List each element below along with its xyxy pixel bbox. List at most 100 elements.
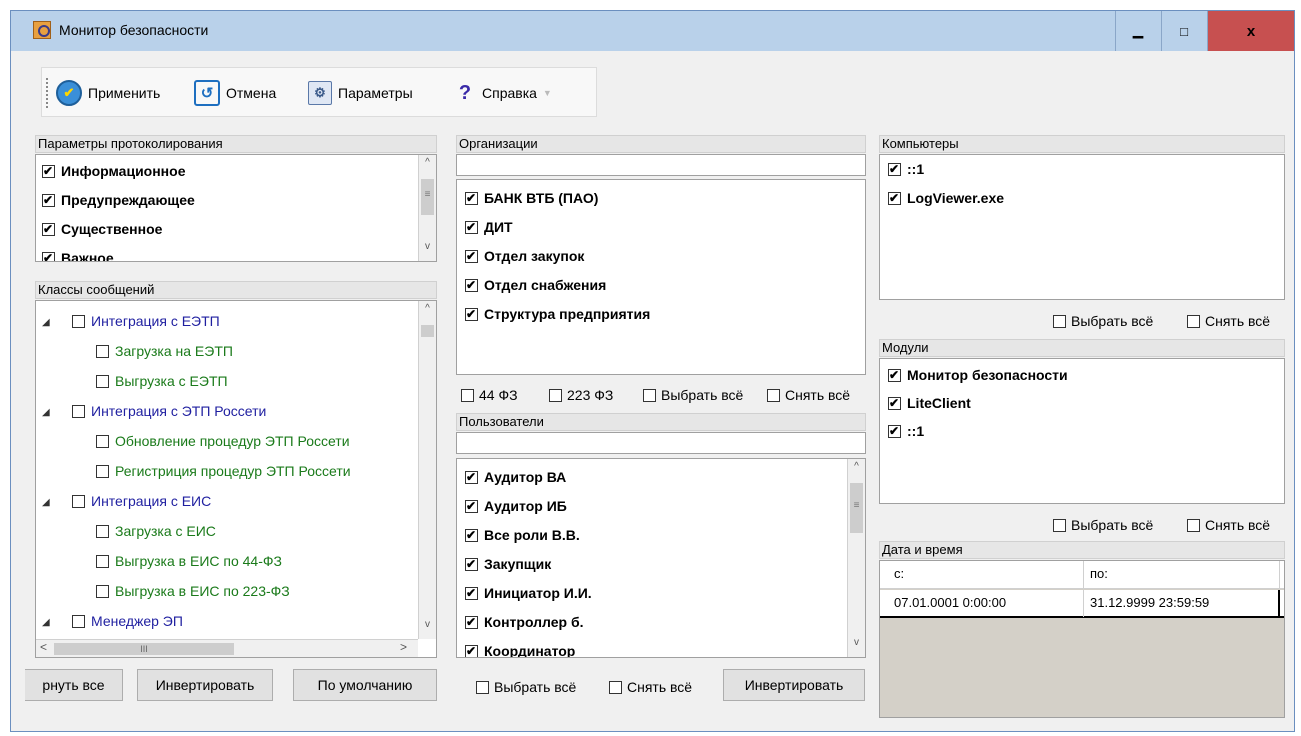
checkbox[interactable] bbox=[888, 395, 901, 411]
checkbox[interactable] bbox=[465, 248, 478, 264]
checkbox[interactable] bbox=[888, 423, 901, 439]
users-filter-input[interactable] bbox=[456, 432, 866, 454]
scroll-down-arrow-icon[interactable]: v bbox=[419, 619, 436, 635]
users-clear-all-checkbox[interactable]: Снять всё bbox=[609, 679, 692, 695]
users-select-all-checkbox[interactable]: Выбрать всё bbox=[476, 679, 576, 695]
help-button[interactable]: ? Справка ▼ bbox=[454, 80, 552, 106]
user-item[interactable]: Координатор bbox=[465, 643, 575, 657]
user-item[interactable]: Аудитор ВА bbox=[465, 469, 566, 485]
checkbox[interactable] bbox=[96, 374, 109, 388]
log-level-item[interactable]: Существенное bbox=[42, 221, 162, 237]
checkbox[interactable] bbox=[888, 161, 901, 177]
checkbox[interactable] bbox=[465, 614, 478, 630]
checkbox[interactable] bbox=[465, 498, 478, 514]
cancel-button[interactable]: ↺ Отмена bbox=[194, 80, 276, 106]
checkbox[interactable] bbox=[72, 614, 85, 628]
message-class-item[interactable]: Выгрузка в ЕИС по 223-ФЗ bbox=[96, 583, 290, 599]
checkbox[interactable] bbox=[465, 643, 478, 657]
user-item[interactable]: Закупщик bbox=[465, 556, 551, 572]
toolbar-grip[interactable] bbox=[46, 78, 49, 108]
computer-item[interactable]: LogViewer.exe bbox=[888, 190, 1004, 206]
organization-item[interactable]: БАНК ВТБ (ПАО) bbox=[465, 190, 598, 206]
classes-vscrollbar[interactable]: ^ v bbox=[418, 301, 436, 639]
checkbox[interactable] bbox=[72, 494, 85, 508]
message-class-item[interactable]: Загрузка на ЕЭТП bbox=[96, 343, 233, 359]
message-class-item[interactable]: Интеграция с ЕЭТП bbox=[72, 313, 220, 329]
checkbox[interactable] bbox=[888, 190, 901, 206]
checkbox[interactable] bbox=[72, 314, 85, 328]
message-class-item[interactable]: Выгрузка с ЕЭТП bbox=[96, 373, 228, 389]
message-class-item[interactable]: Загрузка с ЕИС bbox=[96, 523, 216, 539]
close-button[interactable]: x bbox=[1207, 11, 1294, 51]
organizations-filter-input[interactable] bbox=[456, 154, 866, 176]
checkbox[interactable] bbox=[465, 306, 478, 322]
log-level-item[interactable]: Предупреждающее bbox=[42, 192, 195, 208]
scroll-thumb[interactable]: ≡ bbox=[421, 179, 434, 215]
message-class-item[interactable]: Интеграция с ЭТП Россети bbox=[72, 403, 266, 419]
scroll-up-arrow-icon[interactable]: ^ bbox=[848, 461, 865, 477]
checkbox[interactable] bbox=[42, 192, 55, 208]
message-class-item[interactable]: Выгрузка в ЕИС по 44-ФЗ bbox=[96, 553, 282, 569]
user-item[interactable]: Аудитор ИБ bbox=[465, 498, 567, 514]
user-item[interactable]: Инициатор И.И. bbox=[465, 585, 592, 601]
checkbox[interactable] bbox=[465, 277, 478, 293]
checkbox[interactable] bbox=[465, 556, 478, 572]
date-from-cell[interactable]: 07.01.0001 0:00:00 bbox=[888, 590, 1084, 617]
computers-clear-all-checkbox[interactable]: Снять всё bbox=[1187, 313, 1270, 329]
log-params-scrollbar[interactable]: ^ ≡ v bbox=[418, 155, 436, 261]
organization-item[interactable]: ДИТ bbox=[465, 219, 513, 235]
expander-icon[interactable]: ◢ bbox=[42, 317, 54, 328]
checkbox[interactable] bbox=[96, 434, 109, 448]
module-item[interactable]: LiteClient bbox=[888, 395, 971, 411]
checkbox[interactable] bbox=[42, 163, 55, 179]
module-item[interactable]: ::1 bbox=[888, 423, 924, 439]
scroll-thumb[interactable]: ≡ bbox=[850, 483, 863, 533]
expander-icon[interactable]: ◢ bbox=[42, 497, 54, 508]
expander-icon[interactable]: ◢ bbox=[42, 617, 54, 628]
datetime-row[interactable]: 07.01.0001 0:00:00 31.12.9999 23:59:59 bbox=[880, 590, 1284, 618]
fz223-checkbox[interactable]: 223 ФЗ bbox=[549, 387, 613, 403]
scroll-up-arrow-icon[interactable]: ^ bbox=[419, 157, 436, 173]
checkbox[interactable] bbox=[96, 464, 109, 478]
scroll-thumb[interactable] bbox=[421, 325, 434, 337]
invert-classes-button[interactable]: Инвертировать bbox=[137, 669, 273, 701]
user-item[interactable]: Контроллер б. bbox=[465, 614, 584, 630]
collapse-all-button[interactable]: рнуть все bbox=[25, 669, 123, 701]
invert-users-button[interactable]: Инвертировать bbox=[723, 669, 865, 701]
checkbox[interactable] bbox=[96, 584, 109, 598]
org-clear-all-checkbox[interactable]: Снять всё bbox=[767, 387, 850, 403]
checkbox[interactable] bbox=[888, 367, 901, 383]
computers-select-all-checkbox[interactable]: Выбрать всё bbox=[1053, 313, 1153, 329]
message-class-item[interactable]: Интеграция с ЕИС bbox=[72, 493, 211, 509]
checkbox[interactable] bbox=[72, 404, 85, 418]
organization-item[interactable]: Структура предприятия bbox=[465, 306, 650, 322]
default-button[interactable]: По умолчанию bbox=[293, 669, 437, 701]
maximize-button[interactable]: □ bbox=[1161, 11, 1206, 51]
organization-item[interactable]: Отдел закупок bbox=[465, 248, 584, 264]
checkbox[interactable] bbox=[465, 190, 478, 206]
users-scrollbar[interactable]: ^ ≡ v bbox=[847, 459, 865, 657]
classes-hscrollbar[interactable]: < III > bbox=[36, 639, 418, 657]
checkbox[interactable] bbox=[42, 250, 55, 261]
scroll-up-arrow-icon[interactable]: ^ bbox=[419, 303, 436, 319]
log-level-item[interactable]: Информационное bbox=[42, 163, 185, 179]
organization-item[interactable]: Отдел снабжения bbox=[465, 277, 606, 293]
user-item[interactable]: Все роли В.В. bbox=[465, 527, 580, 543]
checkbox[interactable] bbox=[465, 469, 478, 485]
module-item[interactable]: Монитор безопасности bbox=[888, 367, 1068, 383]
modules-clear-all-checkbox[interactable]: Снять всё bbox=[1187, 517, 1270, 533]
checkbox[interactable] bbox=[465, 585, 478, 601]
checkbox[interactable] bbox=[96, 524, 109, 538]
scroll-right-arrow-icon[interactable]: > bbox=[400, 640, 407, 654]
scroll-down-arrow-icon[interactable]: v bbox=[419, 241, 436, 257]
scroll-left-arrow-icon[interactable]: < bbox=[40, 640, 47, 654]
apply-button[interactable]: ✔ Применить bbox=[56, 80, 160, 106]
modules-select-all-checkbox[interactable]: Выбрать всё bbox=[1053, 517, 1153, 533]
message-class-item[interactable]: Обновление процедур ЭТП Россети bbox=[96, 433, 350, 449]
hscroll-thumb[interactable]: III bbox=[54, 643, 234, 655]
message-class-item[interactable]: Менеджер ЭП bbox=[72, 613, 183, 629]
title-bar[interactable]: Монитор безопасности ▁ □ x bbox=[11, 11, 1294, 51]
checkbox[interactable] bbox=[42, 221, 55, 237]
date-to-cell[interactable]: 31.12.9999 23:59:59 bbox=[1084, 590, 1280, 617]
org-select-all-checkbox[interactable]: Выбрать всё bbox=[643, 387, 743, 403]
